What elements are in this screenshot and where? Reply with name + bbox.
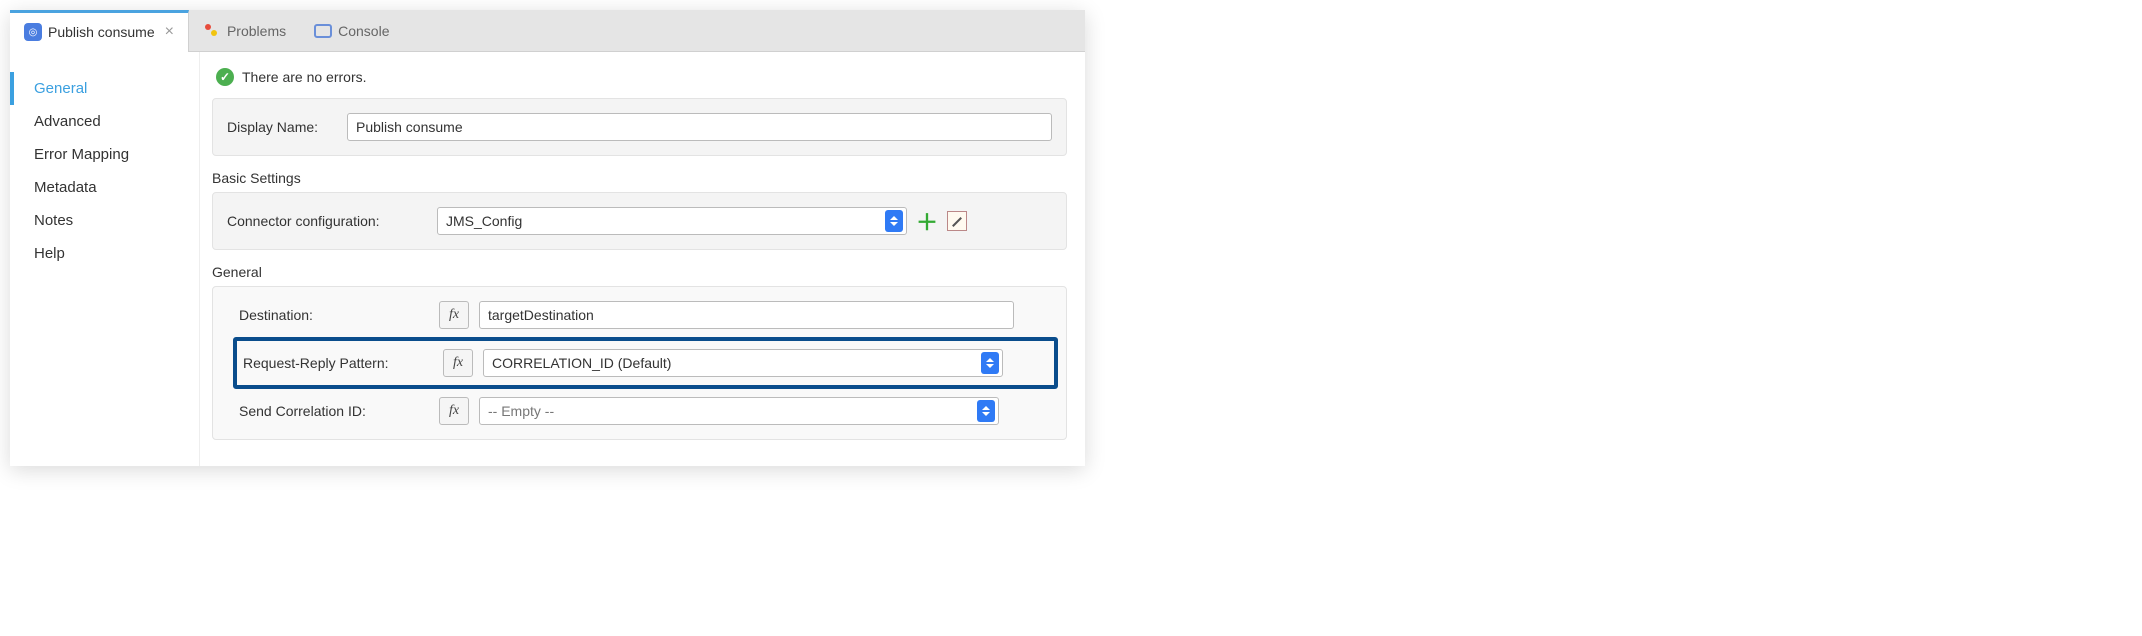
connector-config-label: Connector configuration:: [227, 213, 427, 229]
fx-button[interactable]: fx: [439, 397, 469, 425]
send-correlation-select[interactable]: -- Empty --: [479, 397, 999, 425]
destination-label: Destination:: [239, 307, 429, 323]
tab-label: Publish consume: [48, 24, 155, 40]
display-name-panel: Display Name:: [212, 98, 1067, 156]
ok-icon: ✓: [216, 68, 234, 86]
send-correlation-label: Send Correlation ID:: [239, 403, 429, 419]
general-panel: Destination: fx Request-Reply Pattern: f…: [212, 286, 1067, 440]
display-name-label: Display Name:: [227, 119, 337, 135]
send-correlation-row: Send Correlation ID: fx -- Empty --: [239, 393, 1052, 429]
fx-button[interactable]: fx: [443, 349, 473, 377]
request-reply-select[interactable]: CORRELATION_ID (Default): [483, 349, 1003, 377]
sidebar-item-general[interactable]: General: [10, 72, 199, 105]
settings-content: ✓ There are no errors. Display Name: Bas…: [200, 52, 1085, 466]
sidebar-item-label: Advanced: [34, 113, 101, 130]
tab-console[interactable]: Console: [300, 10, 403, 52]
tab-problems[interactable]: Problems: [189, 10, 300, 52]
sidebar-item-label: Notes: [34, 212, 73, 229]
close-icon[interactable]: ×: [165, 23, 174, 41]
tab-publish-consume[interactable]: ◎ Publish consume ×: [10, 10, 189, 52]
status-message: There are no errors.: [242, 69, 367, 85]
request-reply-row: Request-Reply Pattern: fx CORRELATION_ID…: [243, 345, 1048, 381]
send-correlation-value: -- Empty --: [488, 403, 554, 419]
sidebar-item-label: General: [34, 80, 87, 97]
connector-config-select[interactable]: JMS_Config: [437, 207, 907, 235]
chevron-updown-icon: [885, 210, 903, 232]
editor-body: General Advanced Error Mapping Metadata …: [10, 52, 1085, 466]
problems-icon: [203, 22, 221, 40]
sidebar-item-label: Help: [34, 245, 65, 262]
status-row: ✓ There are no errors.: [212, 64, 1067, 98]
editor-window: ◎ Publish consume × Problems Console Gen…: [10, 10, 1085, 466]
sidebar-item-label: Metadata: [34, 179, 97, 196]
settings-sidebar: General Advanced Error Mapping Metadata …: [10, 52, 200, 466]
tab-bar: ◎ Publish consume × Problems Console: [10, 10, 1085, 52]
request-reply-value: CORRELATION_ID (Default): [492, 355, 671, 371]
display-name-input[interactable]: [347, 113, 1052, 141]
request-reply-label: Request-Reply Pattern:: [243, 355, 433, 371]
destination-row: Destination: fx: [239, 297, 1052, 333]
tab-label: Problems: [227, 23, 286, 39]
request-reply-highlight: Request-Reply Pattern: fx CORRELATION_ID…: [233, 337, 1058, 389]
sidebar-item-advanced[interactable]: Advanced: [10, 105, 199, 138]
chevron-updown-icon: [977, 400, 995, 422]
component-icon: ◎: [24, 23, 42, 41]
add-icon[interactable]: ＋: [917, 211, 937, 231]
sidebar-item-metadata[interactable]: Metadata: [10, 171, 199, 204]
tab-label: Console: [338, 23, 389, 39]
sidebar-item-label: Error Mapping: [34, 146, 129, 163]
destination-input[interactable]: [479, 301, 1014, 329]
sidebar-item-error-mapping[interactable]: Error Mapping: [10, 138, 199, 171]
edit-icon[interactable]: [947, 211, 967, 231]
sidebar-item-help[interactable]: Help: [10, 237, 199, 270]
basic-settings-title: Basic Settings: [212, 170, 1067, 186]
general-section-title: General: [212, 264, 1067, 280]
console-icon: [314, 24, 332, 38]
sidebar-item-notes[interactable]: Notes: [10, 204, 199, 237]
chevron-updown-icon: [981, 352, 999, 374]
basic-settings-panel: Connector configuration: JMS_Config ＋: [212, 192, 1067, 250]
connector-config-value: JMS_Config: [446, 213, 522, 229]
fx-button[interactable]: fx: [439, 301, 469, 329]
